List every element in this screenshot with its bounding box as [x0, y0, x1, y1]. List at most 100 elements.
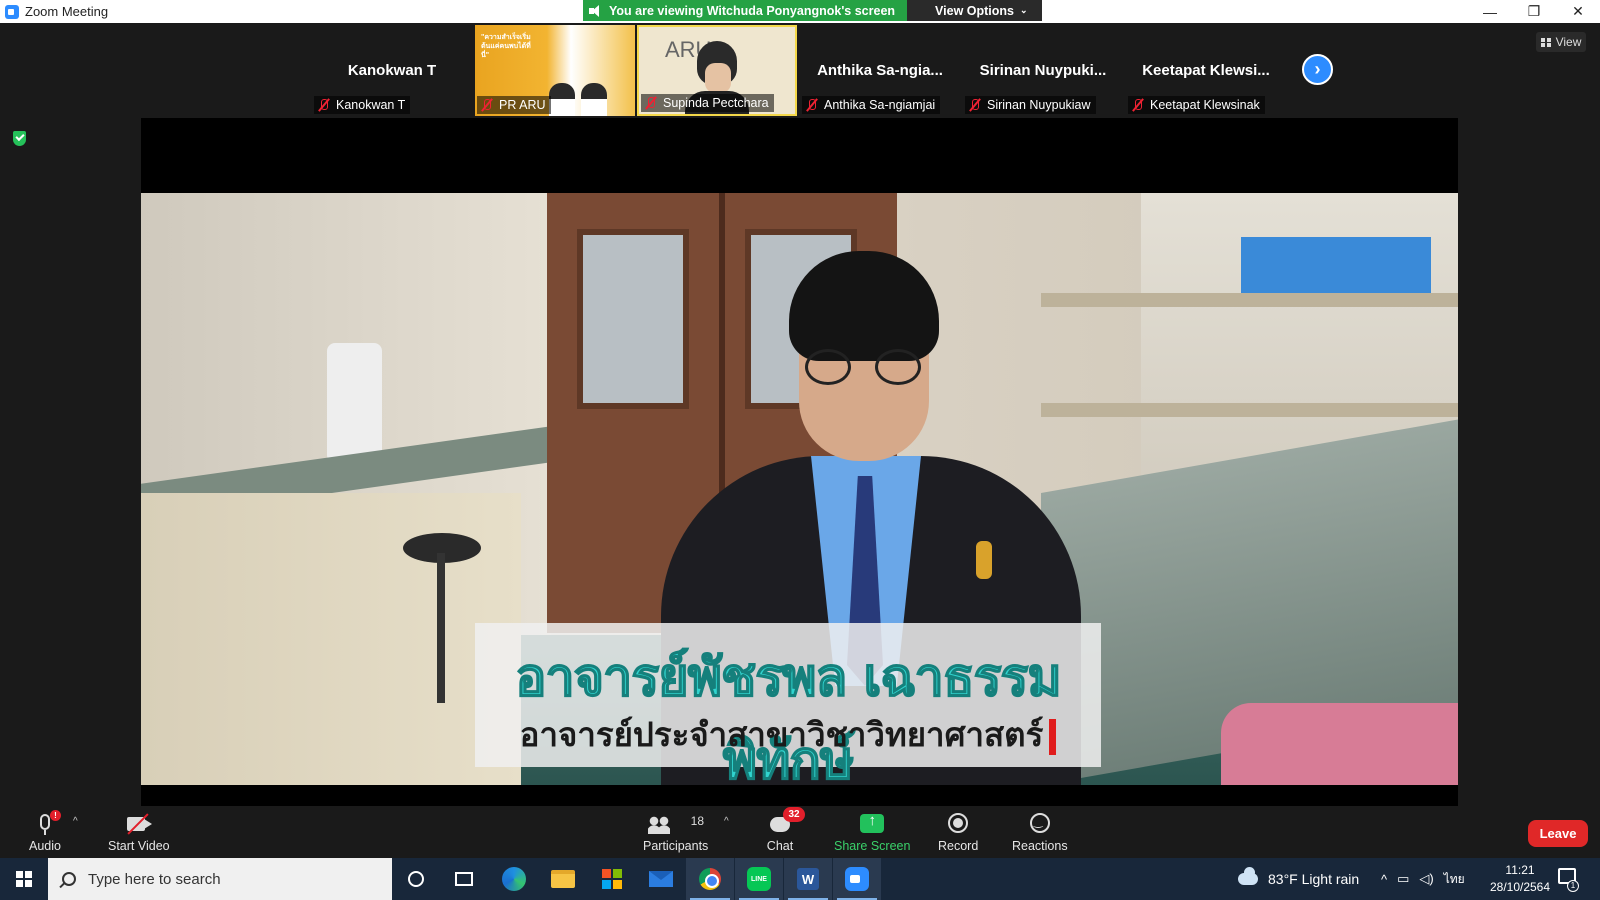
- microphone-icon: [39, 814, 50, 830]
- windows-logo-icon: [16, 871, 32, 887]
- taskbar-app-chrome[interactable]: [686, 858, 734, 900]
- mic-muted-icon: [481, 98, 493, 112]
- reactions-button[interactable]: Reactions: [1012, 812, 1068, 854]
- search-icon: [62, 872, 76, 886]
- window-title: Zoom Meeting: [25, 4, 109, 19]
- close-button[interactable]: ✕: [1556, 0, 1600, 23]
- participant-tile[interactable]: Anthika Sa-ngia... Anthika Sa-ngiamjai: [800, 25, 960, 116]
- word-icon: W: [797, 868, 819, 890]
- video-caption: อาจารย์พัชรพล เฉาธรรมพิทักษ์ อาจารย์ประจ…: [475, 623, 1101, 785]
- mic-muted-icon: [806, 98, 818, 112]
- audio-options-caret-icon[interactable]: ^: [73, 816, 78, 827]
- line-icon: LINE: [747, 867, 771, 891]
- record-button[interactable]: Record: [938, 812, 978, 854]
- chat-unread-badge: 32: [783, 807, 805, 822]
- weather-text: 83°F Light rain: [1268, 871, 1360, 887]
- participants-options-caret-icon[interactable]: ^: [724, 816, 729, 827]
- store-icon: [602, 869, 622, 889]
- presenter-badge: [976, 541, 992, 579]
- view-label: View: [1555, 35, 1582, 49]
- participant-tile[interactable]: Kanokwan T Kanokwan T: [312, 25, 472, 116]
- task-view-button[interactable]: [440, 858, 488, 900]
- audio-alert-badge: !: [49, 810, 61, 821]
- taskbar-app-word[interactable]: W: [784, 858, 832, 900]
- participant-video-strip: Kanokwan T Kanokwan T "ความสำเร็จเริ่มต้…: [0, 23, 1600, 118]
- next-page-button[interactable]: ›: [1302, 54, 1333, 85]
- mail-icon: [649, 871, 673, 887]
- scene-water-jug: [327, 343, 382, 463]
- speaker-volume-icon[interactable]: ◁): [1419, 871, 1433, 887]
- shared-video-frame: อาจารย์พัชรพล เฉาธรรมพิทักษ์ อาจารย์ประจ…: [141, 193, 1458, 785]
- participant-name: PR ARU: [499, 98, 546, 112]
- participants-count: 18: [690, 814, 705, 828]
- shared-screen[interactable]: อาจารย์พัชรพล เฉาธรรมพิทักษ์ อาจารย์ประจ…: [141, 118, 1458, 806]
- encryption-shield-icon[interactable]: [13, 131, 26, 146]
- participant-display-name: Keetapat Klewsi...: [1142, 62, 1270, 79]
- glasses-icon: [805, 349, 851, 385]
- participant-name: Keetapat Klewsinak: [1150, 98, 1260, 112]
- mic-muted-icon: [969, 98, 981, 112]
- network-icon[interactable]: ▭: [1397, 871, 1409, 887]
- share-status-text: You are viewing Witchuda Ponyangnok's sc…: [609, 3, 896, 18]
- grid-icon: [1540, 37, 1551, 47]
- reactions-label: Reactions: [1012, 839, 1068, 853]
- participant-name-label: PR ARU: [477, 96, 551, 114]
- chat-label: Chat: [766, 839, 794, 853]
- start-video-button[interactable]: Start Video: [108, 812, 170, 854]
- participant-tile[interactable]: Sirinan Nuypuki... Sirinan Nuypukiaw: [963, 25, 1123, 116]
- taskbar-app-zoom[interactable]: [833, 858, 881, 900]
- participants-label: Participants: [643, 839, 709, 853]
- participant-display-name: Anthika Sa-ngia...: [817, 62, 943, 79]
- zoom-icon: [845, 867, 869, 891]
- scene-stool-leg: [437, 553, 445, 703]
- participant-tile[interactable]: "ความสำเร็จเริ่มต้นแค่คนพบได้ที่นี่" PR …: [475, 25, 635, 116]
- screen-share-banner: You are viewing Witchuda Ponyangnok's sc…: [583, 0, 1042, 21]
- task-view-icon: [455, 872, 473, 886]
- participant-name-label: Sirinan Nuypukiaw: [965, 96, 1096, 114]
- participant-name: Kanokwan T: [336, 98, 406, 112]
- view-options-label: View Options: [935, 3, 1014, 18]
- participant-name-label: Kanokwan T: [314, 96, 411, 114]
- share-screen-label: Share Screen: [834, 839, 911, 853]
- audio-button[interactable]: ! Audio: [29, 810, 61, 854]
- poster-text: "ความสำเร็จเริ่มต้นแค่คนพบได้ที่นี่": [481, 34, 531, 59]
- view-options-button[interactable]: View Options ⌄: [907, 0, 1042, 21]
- input-language[interactable]: ไทย: [1444, 870, 1465, 889]
- participant-name: Supinda Pectchara: [663, 96, 769, 110]
- edge-icon: [502, 867, 526, 891]
- participant-video-image: [705, 63, 731, 93]
- participant-display-name: Kanokwan T: [347, 62, 437, 79]
- taskbar-app-edge[interactable]: [490, 858, 538, 900]
- taskbar-clock[interactable]: 11:21 28/10/2564: [1488, 862, 1552, 896]
- participant-tile[interactable]: ARU Supinda Pectchara: [637, 25, 797, 116]
- mic-muted-icon: [318, 98, 330, 112]
- cortana-button[interactable]: [392, 858, 440, 900]
- taskbar-search[interactable]: Type here to search: [48, 858, 392, 900]
- view-layout-button[interactable]: View: [1536, 32, 1586, 52]
- chevron-up-icon[interactable]: ^: [1381, 872, 1387, 887]
- taskbar-app-file-explorer[interactable]: [539, 858, 587, 900]
- leave-button[interactable]: Leave: [1528, 820, 1588, 847]
- search-placeholder: Type here to search: [88, 870, 221, 888]
- weather-widget[interactable]: 83°F Light rain: [1238, 858, 1359, 900]
- restore-button[interactable]: ❐: [1512, 0, 1556, 23]
- taskbar-app-store[interactable]: [588, 858, 636, 900]
- poster-person-image: [549, 83, 575, 116]
- scene-cloth: [1221, 703, 1458, 785]
- share-status: You are viewing Witchuda Ponyangnok's sc…: [583, 0, 908, 21]
- caption-role-line: อาจารย์ประจำสาขาวิชาวิทยาศาสตร์: [475, 708, 1101, 761]
- participant-tile[interactable]: Keetapat Klewsi... Keetapat Klewsinak: [1126, 25, 1286, 116]
- share-screen-button[interactable]: Share Screen: [834, 812, 910, 854]
- minimize-button[interactable]: —: [1468, 0, 1512, 23]
- taskbar-app-mail[interactable]: [637, 858, 685, 900]
- participant-display-name: Sirinan Nuypuki...: [979, 62, 1107, 79]
- participant-name-label: Supinda Pectchara: [641, 94, 774, 112]
- chat-button[interactable]: 32 Chat: [766, 807, 805, 854]
- participant-name: Anthika Sa-ngiamjai: [824, 98, 936, 112]
- glasses-icon: [875, 349, 921, 385]
- start-button[interactable]: [0, 858, 48, 900]
- participants-button[interactable]: 18 Participants: [643, 812, 708, 854]
- clock-date: 28/10/2564: [1489, 880, 1551, 894]
- taskbar-app-line[interactable]: LINE: [735, 858, 783, 900]
- shelf-board: [1041, 293, 1458, 307]
